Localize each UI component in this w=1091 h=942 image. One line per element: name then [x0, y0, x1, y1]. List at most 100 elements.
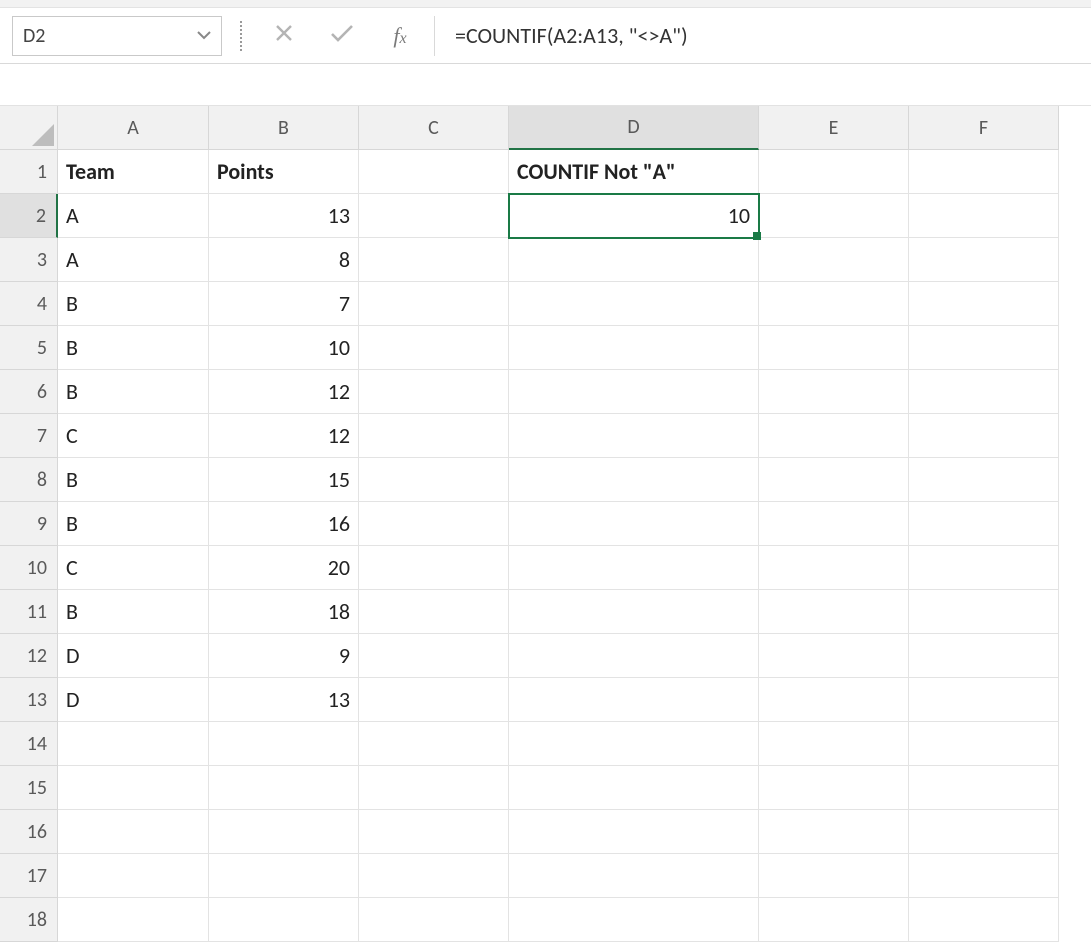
cell-E5[interactable] [759, 326, 909, 370]
cell-B1[interactable]: Points [209, 150, 359, 194]
cell-E8[interactable] [759, 458, 909, 502]
cell-F18[interactable] [909, 898, 1059, 942]
row-header-11[interactable]: 11 [0, 590, 58, 634]
cell-F9[interactable] [909, 502, 1059, 546]
cell-E9[interactable] [759, 502, 909, 546]
row-header-14[interactable]: 14 [0, 722, 58, 766]
row-header-15[interactable]: 15 [0, 766, 58, 810]
cell-B4[interactable]: 7 [209, 282, 359, 326]
cell-F2[interactable] [909, 194, 1059, 238]
cell-D12[interactable] [509, 634, 759, 678]
row-header-9[interactable]: 9 [0, 502, 58, 546]
col-header-C[interactable]: C [359, 106, 509, 150]
cell-B8[interactable]: 15 [209, 458, 359, 502]
cell-C4[interactable] [359, 282, 509, 326]
cell-F14[interactable] [909, 722, 1059, 766]
cell-C14[interactable] [359, 722, 509, 766]
row-header-6[interactable]: 6 [0, 370, 58, 414]
cell-A2[interactable]: A [58, 194, 209, 238]
cell-E16[interactable] [759, 810, 909, 854]
cell-A6[interactable]: B [58, 370, 209, 414]
cell-C13[interactable] [359, 678, 509, 722]
col-header-D[interactable]: D [509, 106, 759, 150]
cell-B18[interactable] [209, 898, 359, 942]
cell-F7[interactable] [909, 414, 1059, 458]
cancel-formula-button[interactable] [260, 16, 308, 56]
spreadsheet-grid[interactable]: ABCDEF1TeamPointsCOUNTIF Not "A"2A13103A… [0, 106, 1091, 942]
col-header-F[interactable]: F [909, 106, 1059, 150]
cell-E1[interactable] [759, 150, 909, 194]
cell-A15[interactable] [58, 766, 209, 810]
cell-F11[interactable] [909, 590, 1059, 634]
cell-A17[interactable] [58, 854, 209, 898]
cell-D17[interactable] [509, 854, 759, 898]
cell-E7[interactable] [759, 414, 909, 458]
cell-B13[interactable]: 13 [209, 678, 359, 722]
cell-C16[interactable] [359, 810, 509, 854]
cell-A18[interactable] [58, 898, 209, 942]
cell-C17[interactable] [359, 854, 509, 898]
cell-C6[interactable] [359, 370, 509, 414]
row-header-7[interactable]: 7 [0, 414, 58, 458]
cell-E12[interactable] [759, 634, 909, 678]
cell-B7[interactable]: 12 [209, 414, 359, 458]
cell-C15[interactable] [359, 766, 509, 810]
cell-A13[interactable]: D [58, 678, 209, 722]
cell-C11[interactable] [359, 590, 509, 634]
col-header-B[interactable]: B [209, 106, 359, 150]
cell-E18[interactable] [759, 898, 909, 942]
cell-A9[interactable]: B [58, 502, 209, 546]
cell-C1[interactable] [359, 150, 509, 194]
row-header-4[interactable]: 4 [0, 282, 58, 326]
cell-B2[interactable]: 13 [209, 194, 359, 238]
row-header-5[interactable]: 5 [0, 326, 58, 370]
cell-D16[interactable] [509, 810, 759, 854]
cell-E15[interactable] [759, 766, 909, 810]
cell-A7[interactable]: C [58, 414, 209, 458]
cell-D14[interactable] [509, 722, 759, 766]
cell-A11[interactable]: B [58, 590, 209, 634]
cell-A12[interactable]: D [58, 634, 209, 678]
cell-F13[interactable] [909, 678, 1059, 722]
cell-F15[interactable] [909, 766, 1059, 810]
cell-B17[interactable] [209, 854, 359, 898]
cell-C8[interactable] [359, 458, 509, 502]
cell-B12[interactable]: 9 [209, 634, 359, 678]
cell-B16[interactable] [209, 810, 359, 854]
cell-C9[interactable] [359, 502, 509, 546]
row-header-13[interactable]: 13 [0, 678, 58, 722]
cell-C5[interactable] [359, 326, 509, 370]
cell-E13[interactable] [759, 678, 909, 722]
cell-C12[interactable] [359, 634, 509, 678]
cell-B9[interactable]: 16 [209, 502, 359, 546]
cell-B6[interactable]: 12 [209, 370, 359, 414]
cell-D1[interactable]: COUNTIF Not "A" [509, 150, 759, 194]
cell-D8[interactable] [509, 458, 759, 502]
cell-D7[interactable] [509, 414, 759, 458]
cell-A5[interactable]: B [58, 326, 209, 370]
cell-A10[interactable]: C [58, 546, 209, 590]
row-header-3[interactable]: 3 [0, 238, 58, 282]
name-box[interactable]: D2 [12, 16, 222, 56]
row-header-18[interactable]: 18 [0, 898, 58, 942]
cell-E10[interactable] [759, 546, 909, 590]
cell-A16[interactable] [58, 810, 209, 854]
cell-D5[interactable] [509, 326, 759, 370]
cell-C2[interactable] [359, 194, 509, 238]
row-header-8[interactable]: 8 [0, 458, 58, 502]
cell-C10[interactable] [359, 546, 509, 590]
cell-E2[interactable] [759, 194, 909, 238]
cell-B11[interactable]: 18 [209, 590, 359, 634]
fx-icon[interactable]: fx [376, 23, 424, 49]
cell-E17[interactable] [759, 854, 909, 898]
cell-F3[interactable] [909, 238, 1059, 282]
cell-B3[interactable]: 8 [209, 238, 359, 282]
cell-F1[interactable] [909, 150, 1059, 194]
formula-input[interactable]: =COUNTIF(A2:A13, "<>A") [434, 16, 1081, 56]
cell-D9[interactable] [509, 502, 759, 546]
cell-B5[interactable]: 10 [209, 326, 359, 370]
cell-D13[interactable] [509, 678, 759, 722]
row-header-17[interactable]: 17 [0, 854, 58, 898]
cell-A14[interactable] [58, 722, 209, 766]
cell-E4[interactable] [759, 282, 909, 326]
